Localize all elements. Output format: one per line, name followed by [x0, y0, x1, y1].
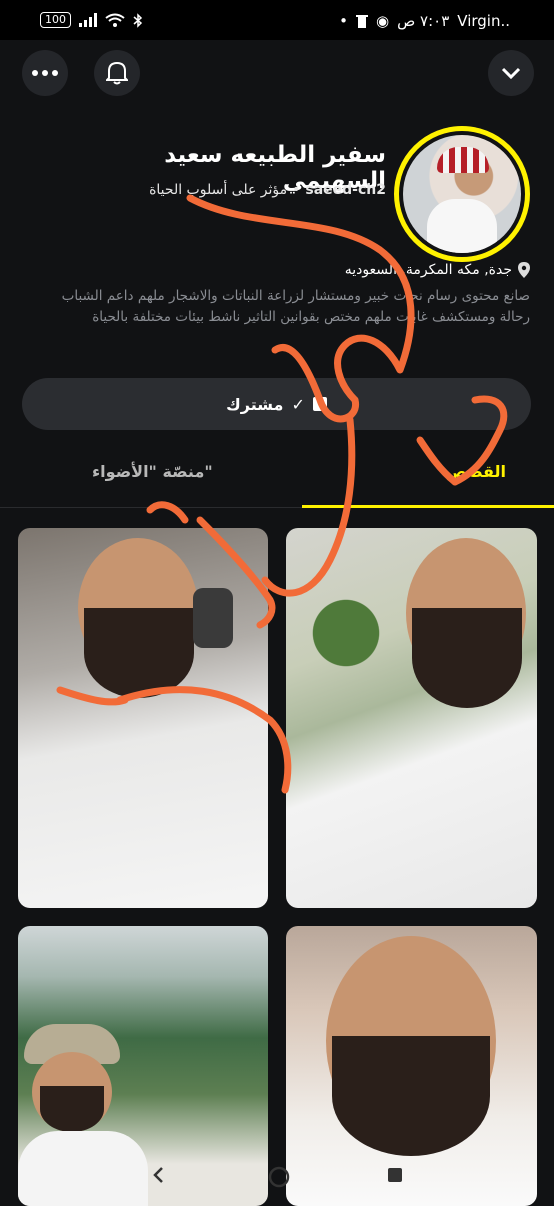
signal-icon: [79, 13, 97, 27]
status-left: 100: [40, 12, 143, 28]
username: saeed-ch2: [305, 182, 386, 198]
checkmark-icon: ✓: [291, 394, 305, 414]
trash-icon: [356, 15, 369, 28]
carrier-label: Virgin..: [457, 12, 510, 30]
back-icon: [153, 1167, 163, 1183]
system-nav-bar: [0, 1150, 554, 1200]
tab-spotlight[interactable]: منصّة "الأضواء": [92, 462, 213, 481]
category: مؤثر على أسلوب الحياة: [149, 182, 288, 198]
thumbnail-beard: [412, 608, 522, 708]
time-label: ٧:٠٣ ص: [397, 12, 450, 30]
status-dot: •: [339, 12, 349, 30]
more-button[interactable]: [22, 50, 68, 96]
home-icon: [268, 1166, 290, 1188]
profile-subline: saeed-ch2 • مؤثر على أسلوب الحياة: [66, 182, 386, 198]
nav-recents-button[interactable]: [386, 1166, 404, 1184]
recents-icon: [388, 1168, 402, 1182]
thumbnail-headrest: [193, 588, 233, 648]
tab-stories[interactable]: القصص: [445, 462, 506, 481]
separator-dot: •: [292, 182, 301, 198]
profile-bio: صانع محتوى رسام نحات خبير ومستشار لزراعة…: [61, 288, 530, 325]
battery-indicator: 100: [40, 12, 71, 28]
thumbnail-beard: [332, 1036, 490, 1156]
snapchat-notification-icon: ◉: [376, 12, 390, 30]
wifi-icon: [105, 13, 125, 27]
thumbnail-beard: [84, 608, 194, 698]
active-tab-indicator: [302, 505, 554, 508]
notifications-button[interactable]: [94, 50, 140, 96]
subscribed-button[interactable]: ✓ مشترك: [22, 378, 531, 430]
bluetooth-icon: [133, 12, 143, 28]
subscribed-label: مشترك: [226, 394, 284, 414]
status-right: Virgin.. ٧:٠٣ ص ◉ •: [339, 12, 510, 30]
location-text: جدة, مكه المكرمة, السعوديه: [344, 262, 512, 278]
story-thumbnail[interactable]: [286, 528, 537, 908]
nav-home-button[interactable]: [268, 1166, 290, 1188]
bookmark-icon: [312, 397, 327, 411]
location-pin-icon: [518, 262, 530, 278]
bell-icon: [106, 61, 128, 85]
status-bar: 100 Virgin.. ٧:٠٣ ص ◉ •: [0, 0, 554, 40]
more-dots-icon: [32, 70, 58, 76]
location-row: جدة, مكه المكرمة, السعوديه: [230, 262, 530, 278]
thumbnail-beard: [40, 1086, 104, 1132]
story-thumbnail[interactable]: [18, 528, 268, 908]
collapse-button[interactable]: [488, 50, 534, 96]
thumbnail-plant: [296, 568, 396, 698]
nav-back-button[interactable]: [150, 1166, 168, 1184]
chevron-down-icon: [501, 67, 521, 79]
avatar: [403, 135, 521, 253]
avatar-story-ring[interactable]: [394, 126, 530, 262]
